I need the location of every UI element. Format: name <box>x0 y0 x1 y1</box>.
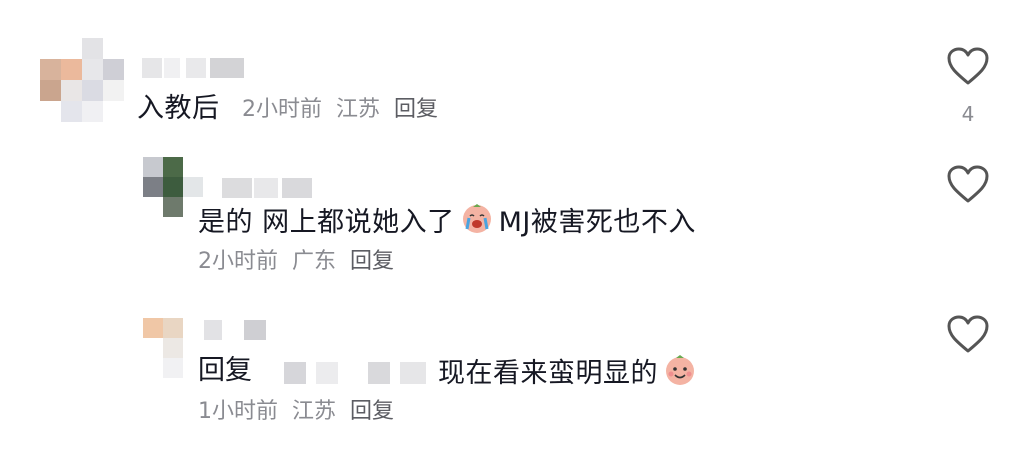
comment-time: 2小时前 <box>198 249 278 274</box>
avatar[interactable] <box>143 157 203 217</box>
comment-location: 江苏 <box>336 97 381 122</box>
comment-text: 入教后 <box>137 93 220 124</box>
comment-text-part: MJ被害死也不入 <box>498 207 696 238</box>
like-count: 4 <box>961 102 975 126</box>
heart-icon[interactable] <box>946 46 990 86</box>
reply-button[interactable]: 回复 <box>350 249 394 274</box>
username-redacted[interactable] <box>204 320 284 340</box>
username-redacted[interactable] <box>222 178 322 198</box>
comment-meta: 2小时前 广东 回复 <box>198 248 408 276</box>
heart-icon[interactable] <box>946 164 990 204</box>
smiling-face-emoji <box>664 354 696 395</box>
reply-to-label: 回复 <box>198 355 252 386</box>
crying-face-emoji <box>461 203 493 244</box>
comment-location: 江苏 <box>292 399 337 424</box>
reply-button[interactable]: 回复 <box>350 399 394 424</box>
comment-meta: 2小时前 江苏 回复 <box>242 96 452 124</box>
comment-meta: 1小时前 江苏 回复 <box>198 398 408 426</box>
reply-button[interactable]: 回复 <box>394 97 438 122</box>
username-redacted[interactable] <box>142 58 252 78</box>
comment-time: 2小时前 <box>242 97 322 122</box>
heart-icon[interactable] <box>946 314 990 354</box>
comment-time: 1小时前 <box>198 399 278 424</box>
mentioned-user-redacted[interactable] <box>284 362 426 384</box>
comment-text: 现在看来蛮明显的 <box>438 354 702 395</box>
comment-text: 是的 网上都说她入了 MJ被害死也不入 <box>198 203 696 244</box>
comment-location: 广东 <box>292 249 337 274</box>
comment-text-part: 现在看来蛮明显的 <box>438 358 658 389</box>
comment-text-part: 是的 网上都说她入了 <box>198 207 455 238</box>
avatar[interactable] <box>40 38 124 122</box>
avatar[interactable] <box>143 318 203 378</box>
